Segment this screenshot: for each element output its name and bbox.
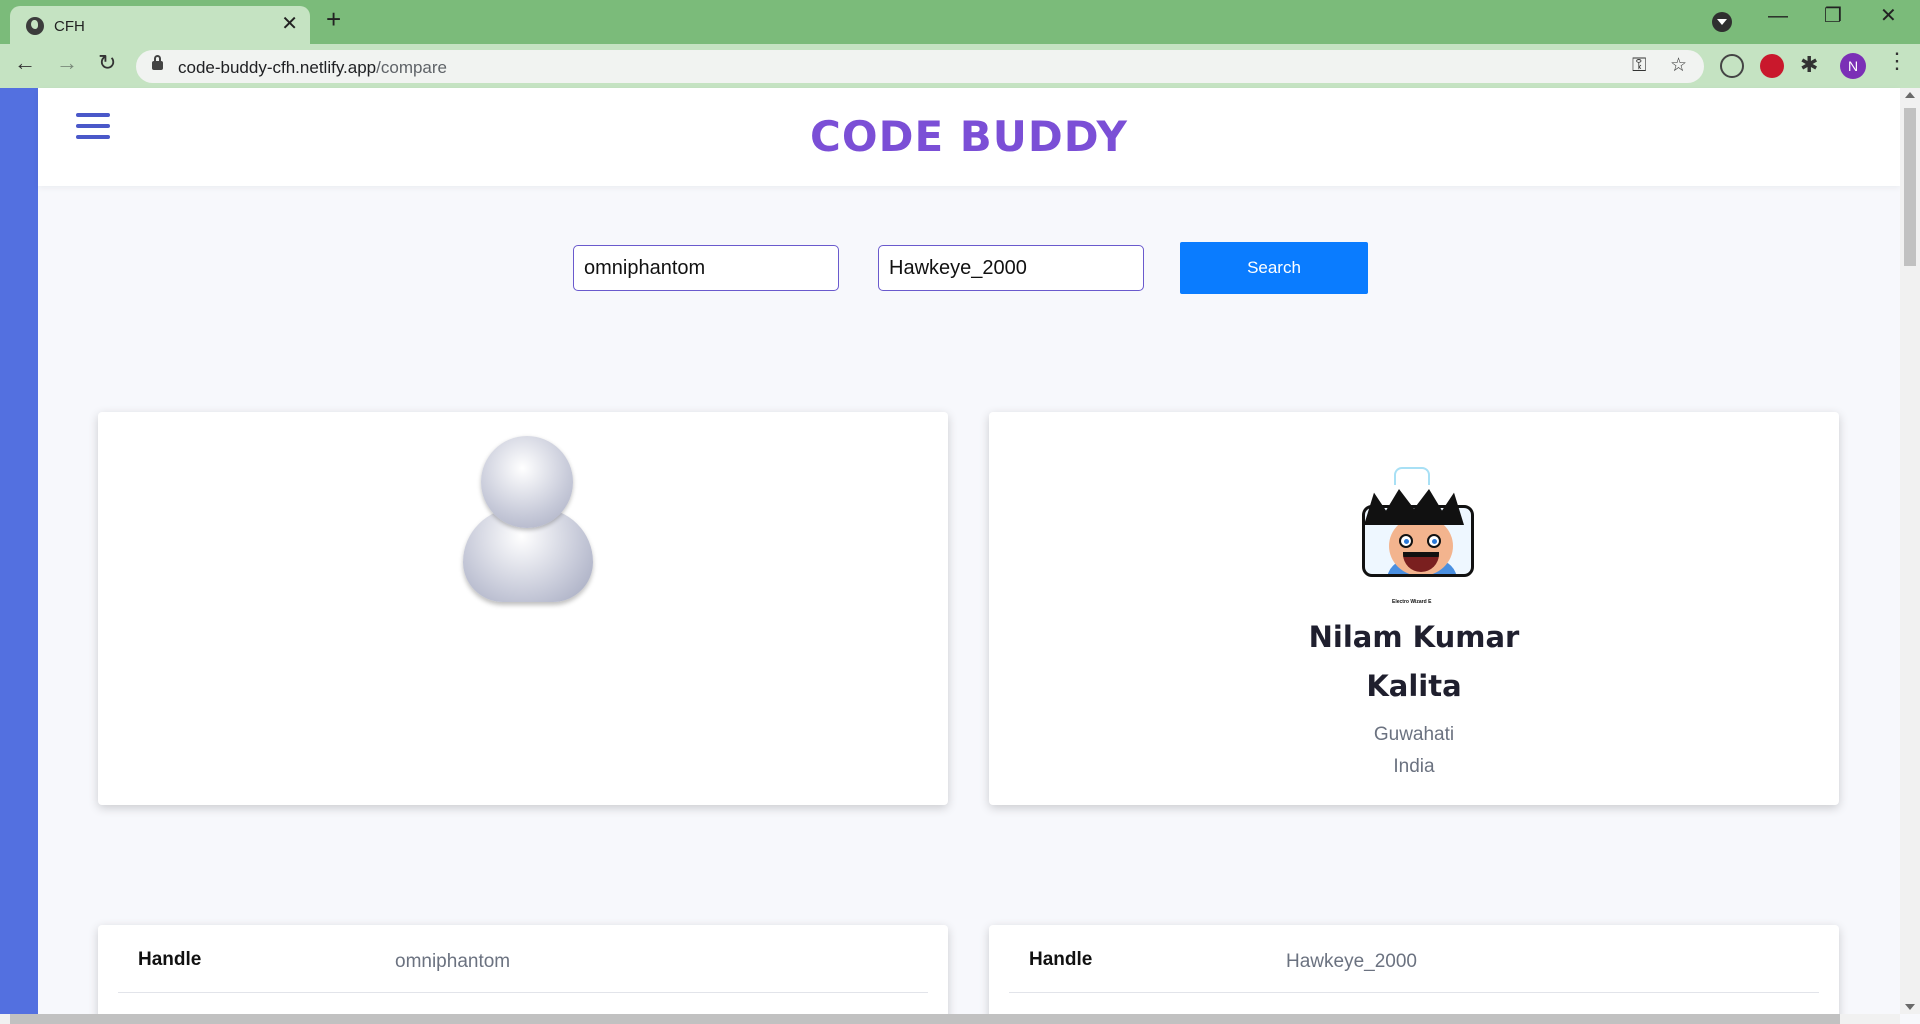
tab-title: CFH: [54, 18, 85, 35]
site-header: CODE BUDDY: [38, 88, 1900, 186]
vertical-scrollbar[interactable]: [1900, 88, 1920, 1014]
scroll-down-icon[interactable]: [1905, 1004, 1915, 1010]
profile-name-line-1: Nilam Kumar: [1308, 620, 1520, 654]
scrollbar-thumb[interactable]: [1904, 108, 1916, 266]
avatar-caption: Electro Wizard E: [1392, 599, 1432, 605]
key-icon[interactable]: ⚿: [1632, 56, 1646, 75]
address-bar[interactable]: code-buddy-cfh.netlify.app/compare ⚿ ☆: [136, 50, 1704, 83]
profile-avatar[interactable]: N: [1840, 53, 1866, 79]
handle-label: Handle: [138, 949, 202, 970]
tab-search-icon[interactable]: [1712, 12, 1732, 32]
restore-icon[interactable]: ❐: [1824, 6, 1842, 26]
profile-name-line-2: Kalita: [1366, 669, 1462, 703]
default-avatar-icon: [463, 436, 593, 606]
brand-title[interactable]: CODE BUDDY: [38, 112, 1900, 161]
browser-tab[interactable]: CFH ✕: [10, 6, 310, 44]
browser-toolbar: ← → ↻ code-buddy-cfh.netlify.app/compare…: [0, 44, 1920, 88]
minimize-icon[interactable]: —: [1768, 6, 1788, 26]
close-tab-icon[interactable]: ✕: [281, 14, 298, 34]
profile-card-2: Electro Wizard E Nilam Kumar Kalita Guwa…: [989, 412, 1839, 805]
search-button[interactable]: Search: [1180, 242, 1368, 294]
bookmark-star-icon[interactable]: ☆: [1670, 56, 1687, 75]
info-card-2: Handle Hawkeye_2000: [989, 925, 1839, 1024]
handle-value: Hawkeye_2000: [1286, 951, 1417, 972]
browser-tab-strip: CFH ✕ + — ❐ ✕: [0, 0, 1920, 44]
row-divider: [1009, 992, 1819, 993]
profile-city: Guwahati: [1373, 724, 1455, 745]
info-card-1: Handle omniphantom: [98, 925, 948, 1024]
electro-wizard-avatar: Electro Wizard E: [1354, 467, 1474, 609]
scroll-up-icon[interactable]: [1905, 92, 1915, 98]
handle-2-input[interactable]: Hawkeye_2000: [878, 245, 1144, 291]
profile-card-1: [98, 412, 948, 805]
globe-icon: [26, 17, 44, 35]
close-window-icon[interactable]: ✕: [1880, 6, 1897, 26]
scrollbar-thumb[interactable]: [10, 1014, 1840, 1024]
new-tab-button[interactable]: +: [326, 6, 341, 32]
horizontal-scrollbar[interactable]: [0, 1014, 1900, 1024]
row-divider: [118, 992, 928, 993]
browser-menu-icon[interactable]: ⋮: [1886, 50, 1908, 72]
left-accent-strip: [0, 88, 38, 1014]
handle-label: Handle: [1029, 949, 1093, 970]
handle-1-input[interactable]: omniphantom: [573, 245, 839, 291]
extension-icon[interactable]: [1720, 54, 1744, 78]
puzzle-icon[interactable]: ✱: [1800, 54, 1818, 76]
lock-icon[interactable]: [152, 55, 163, 70]
profile-country: India: [1393, 756, 1435, 777]
extension-shield-icon[interactable]: [1760, 54, 1784, 78]
url-text[interactable]: code-buddy-cfh.netlify.app/compare: [178, 58, 447, 78]
forward-icon[interactable]: →: [56, 52, 78, 74]
reload-icon[interactable]: ↻: [98, 52, 116, 74]
handle-value: omniphantom: [395, 951, 511, 972]
back-icon[interactable]: ←: [14, 52, 36, 74]
